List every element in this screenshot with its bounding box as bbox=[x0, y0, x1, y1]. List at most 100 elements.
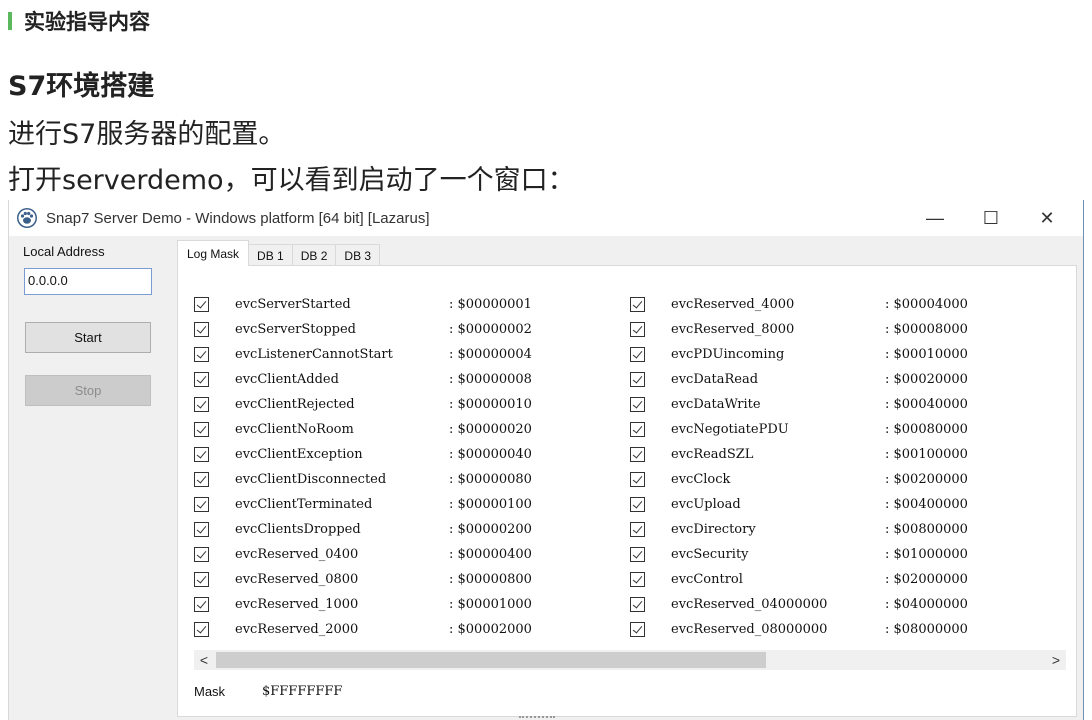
event-name: evcReserved_0800 bbox=[235, 572, 359, 587]
event-mask-value: : $00200000 bbox=[885, 472, 968, 487]
checkbox[interactable] bbox=[194, 422, 209, 437]
event-name: evcListenerCannotStart bbox=[235, 347, 393, 362]
log-mask-row: evcReserved_2000: $00002000 bbox=[194, 617, 532, 642]
event-mask-value: : $00000008 bbox=[449, 372, 532, 387]
checkbox[interactable] bbox=[630, 422, 645, 437]
checkbox[interactable] bbox=[630, 447, 645, 462]
maximize-button[interactable]: ☐ bbox=[963, 200, 1019, 236]
tab-db3[interactable]: DB 3 bbox=[335, 244, 381, 266]
local-address-input[interactable]: 0.0.0.0 bbox=[24, 268, 152, 295]
checkbox[interactable] bbox=[630, 522, 645, 537]
checkbox[interactable] bbox=[630, 622, 645, 637]
event-mask-value: : $00000400 bbox=[449, 547, 532, 562]
checkbox[interactable] bbox=[630, 497, 645, 512]
event-name: evcClientsDropped bbox=[235, 522, 361, 537]
log-mask-row: evcClientException : $00000040 bbox=[194, 442, 532, 467]
checkbox[interactable] bbox=[630, 347, 645, 362]
event-name: evcServerStopped bbox=[235, 322, 356, 337]
event-mask-value: : $00000004 bbox=[449, 347, 532, 362]
checkbox[interactable] bbox=[630, 472, 645, 487]
checkbox[interactable] bbox=[194, 447, 209, 462]
log-mask-row: evcUpload: $00400000 bbox=[630, 492, 968, 517]
resize-grip[interactable] bbox=[519, 716, 555, 720]
tab-log-mask[interactable]: Log Mask bbox=[177, 240, 250, 266]
event-mask-value: : $00000080 bbox=[449, 472, 532, 487]
event-mask-value: : $00800000 bbox=[885, 522, 968, 537]
checkbox[interactable] bbox=[194, 322, 209, 337]
event-name: evcReserved_04000000 bbox=[671, 597, 828, 612]
event-name: evcReadSZL bbox=[671, 447, 754, 462]
horizontal-scrollbar[interactable]: < > bbox=[194, 650, 1066, 670]
event-name: evcReserved_1000 bbox=[235, 597, 359, 612]
event-mask-value: : $00000800 bbox=[449, 572, 532, 587]
event-mask-value: : $00020000 bbox=[885, 372, 968, 387]
log-mask-row: evcReserved_08000000 : $08000000 bbox=[630, 617, 968, 642]
checkbox[interactable] bbox=[630, 372, 645, 387]
log-mask-row: evcClientTerminated : $00000100 bbox=[194, 492, 532, 517]
log-mask-row: evcPDUincoming : $00010000 bbox=[630, 342, 968, 367]
log-mask-row: evcDirectory: $00800000 bbox=[630, 517, 968, 542]
minimize-button[interactable]: — bbox=[907, 200, 963, 236]
checkbox[interactable] bbox=[194, 347, 209, 362]
log-mask-row: evcClientNoRoom: $00000020 bbox=[194, 417, 532, 442]
tab-db2[interactable]: DB 2 bbox=[291, 244, 337, 266]
event-mask-value: : $00080000 bbox=[885, 422, 968, 437]
checkbox[interactable] bbox=[630, 297, 645, 312]
checkbox[interactable] bbox=[194, 472, 209, 487]
event-mask-value: : $00000100 bbox=[449, 497, 532, 512]
close-button[interactable]: ✕ bbox=[1019, 200, 1075, 236]
event-mask-value: : $04000000 bbox=[885, 597, 968, 612]
event-mask-value: : $01000000 bbox=[885, 547, 968, 562]
checkbox[interactable] bbox=[630, 597, 645, 612]
local-address-label: Local Address bbox=[23, 244, 105, 259]
event-name: evcClientTerminated bbox=[235, 497, 373, 512]
checkbox[interactable] bbox=[630, 572, 645, 587]
tab-db1[interactable]: DB 1 bbox=[248, 244, 293, 266]
checkbox[interactable] bbox=[194, 522, 209, 537]
log-mask-row: evcServerStopped: $00000002 bbox=[194, 317, 532, 342]
event-name: evcUpload bbox=[671, 497, 741, 512]
checkbox[interactable] bbox=[194, 622, 209, 637]
event-mask-value: : $00008000 bbox=[885, 322, 968, 337]
event-mask-value: : $02000000 bbox=[885, 572, 968, 587]
checkbox[interactable] bbox=[194, 297, 209, 312]
event-name: evcServerStarted bbox=[235, 297, 351, 312]
window-titlebar[interactable]: Snap7 Server Demo - Windows platform [64… bbox=[9, 200, 1083, 236]
log-mask-row: evcReserved_8000 : $00008000 bbox=[630, 317, 968, 342]
event-name: evcReserved_08000000 bbox=[671, 622, 828, 637]
checkbox[interactable] bbox=[194, 597, 209, 612]
section-header: 实验指导内容 bbox=[8, 6, 150, 36]
scroll-right-arrow-icon[interactable]: > bbox=[1046, 650, 1066, 670]
event-name: evcPDUincoming bbox=[671, 347, 785, 362]
event-name: evcClientException bbox=[235, 447, 363, 462]
stop-button[interactable]: Stop bbox=[25, 375, 151, 406]
left-panel: Local Address 0.0.0.0 Start Stop bbox=[9, 236, 169, 716]
log-mask-row: evcReserved_1000: $00001000 bbox=[194, 592, 532, 617]
event-mask-value: : $00000020 bbox=[449, 422, 532, 437]
event-name: evcReserved_4000 bbox=[671, 297, 795, 312]
event-mask-value: : $00000040 bbox=[449, 447, 532, 462]
scrollbar-thumb[interactable] bbox=[216, 652, 766, 668]
checkbox[interactable] bbox=[194, 497, 209, 512]
event-name: evcControl bbox=[671, 572, 743, 587]
checkbox[interactable] bbox=[194, 547, 209, 562]
article-paragraph-2: 打开serverdemo，可以看到启动了一个窗口： bbox=[8, 165, 575, 196]
event-name: evcReserved_8000 bbox=[671, 322, 795, 337]
start-button[interactable]: Start bbox=[25, 322, 151, 353]
tab-bar: Log Mask DB 1 DB 2 DB 3 bbox=[177, 240, 381, 266]
mask-value: $FFFFFFFF bbox=[262, 684, 343, 699]
section-title: 实验指导内容 bbox=[24, 10, 150, 34]
checkbox[interactable] bbox=[630, 322, 645, 337]
checkbox[interactable] bbox=[630, 547, 645, 562]
checkbox[interactable] bbox=[194, 397, 209, 412]
checkbox[interactable] bbox=[194, 372, 209, 387]
log-mask-row: evcClientDisconnected: $00000080 bbox=[194, 467, 532, 492]
log-mask-row: evcReserved_0400: $00000400 bbox=[194, 542, 532, 567]
snap7-server-window: Snap7 Server Demo - Windows platform [64… bbox=[8, 200, 1084, 720]
checkbox[interactable] bbox=[194, 572, 209, 587]
event-mask-value: : $00010000 bbox=[885, 347, 968, 362]
scroll-left-arrow-icon[interactable]: < bbox=[194, 650, 214, 670]
checkbox[interactable] bbox=[630, 397, 645, 412]
event-mask-value: : $08000000 bbox=[885, 622, 968, 637]
event-name: evcClock bbox=[671, 472, 731, 487]
